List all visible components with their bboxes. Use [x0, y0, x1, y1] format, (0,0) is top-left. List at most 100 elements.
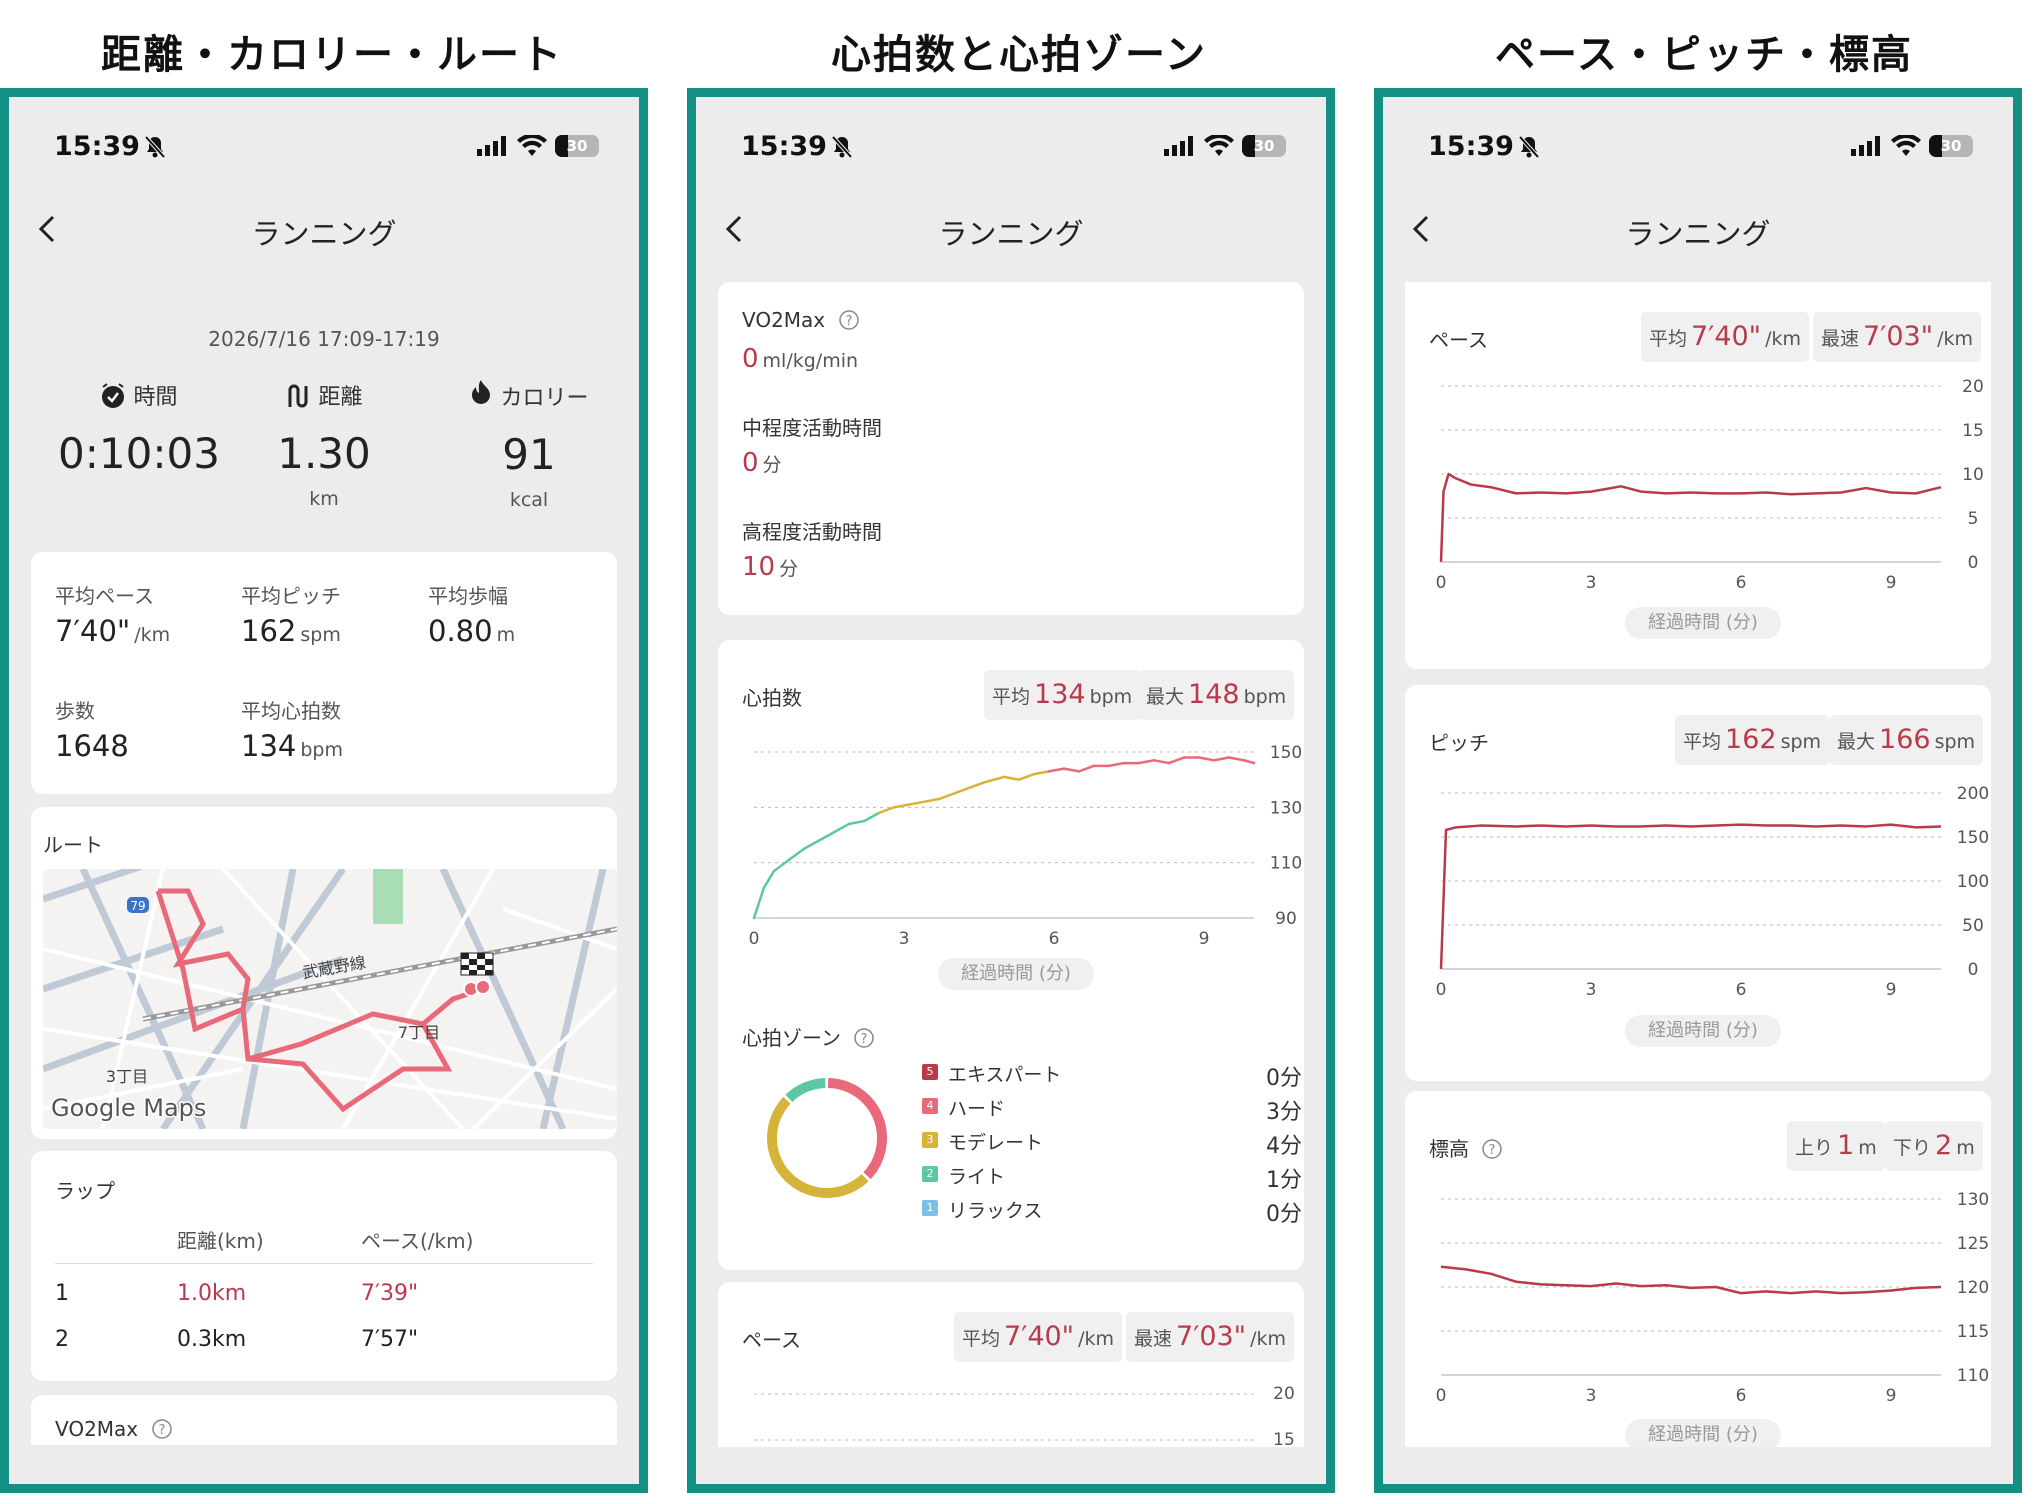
wifi-icon — [1891, 135, 1921, 156]
y-tick-label: 110 — [1270, 854, 1302, 874]
donut-slice-zone-2 — [785, 1078, 826, 1103]
pitch-title: ピッチ — [1429, 731, 1489, 755]
svg-text:?: ? — [845, 314, 852, 329]
series-segment — [1032, 770, 1051, 776]
phone-screen-3: 15:39 30 ランニング ペース 平均 7′40"/km 最速 7′03"/km… — [1374, 88, 2022, 1493]
series-segment — [1077, 764, 1096, 773]
help-icon[interactable]: ? — [853, 1027, 875, 1049]
status-time: 15:39 — [54, 131, 140, 162]
laps-card: ラップ 距離(km) ペース(/km) 1 1.0km 7′39" 2 0.3k… — [31, 1151, 617, 1381]
series-segment — [937, 792, 956, 801]
status-time: 15:39 — [1428, 131, 1514, 162]
steps-value: 1648 — [55, 729, 129, 763]
flame-icon — [472, 380, 491, 404]
series-segment — [1107, 761, 1126, 768]
series-segment — [952, 786, 971, 795]
route-card: ルート 79 武蔵野線 7丁目 3丁目 Google Maps — [31, 807, 617, 1139]
x-tick-label: 6 — [1736, 573, 1747, 593]
series-segment — [907, 800, 926, 806]
donut-slice-zone-4 — [827, 1078, 887, 1180]
pace-peek-title: ペース — [742, 1328, 801, 1352]
series-segment — [1062, 767, 1081, 773]
series-segment — [787, 847, 806, 862]
status-bar: 15:39 30 — [696, 131, 1326, 171]
lap-row-2-distance: 0.3km — [177, 1327, 247, 1352]
time-value: 0:10:03 — [58, 429, 220, 478]
phone-screen-2: 15:39 30 ランニング VO2Max ? 0 ml/kg/min 中程度活動… — [687, 88, 1335, 1493]
series-segment — [892, 803, 911, 809]
series-segment — [862, 811, 881, 823]
avg-stride-label: 平均歩幅 — [428, 584, 508, 608]
elevation-x-axis-title: 経過時間 (分) — [1625, 1419, 1781, 1447]
pace-best-pill: 最速 7′03"/km — [1813, 312, 1982, 362]
y-tick-label: 0 — [1968, 960, 1979, 980]
avg-pace-label: 平均ペース — [55, 584, 154, 608]
y-tick-label: 100 — [1957, 872, 1989, 892]
series-line — [1439, 823, 1942, 970]
series-segment — [1167, 756, 1186, 765]
series-segment — [1002, 775, 1021, 781]
series-segment — [877, 806, 896, 815]
x-tick-label: 0 — [749, 929, 760, 949]
series-segment — [817, 830, 836, 842]
phone-screen-1: 15:39 30 ランニング 2026/7/16 17:09-17:19 時間 … — [0, 88, 648, 1493]
signal-icon — [1164, 136, 1193, 156]
laps-header-pace: ペース(/km) — [361, 1229, 474, 1253]
series-segment — [1242, 759, 1256, 765]
series-segment — [1197, 756, 1216, 762]
status-bar: 15:39 30 — [1383, 131, 2013, 171]
x-tick-label: 6 — [1736, 1386, 1747, 1406]
x-tick-label: 0 — [1436, 1386, 1447, 1406]
steps-label: 歩数 — [55, 699, 95, 723]
donut-slice-zone-3 — [767, 1096, 869, 1198]
vigorous-label: 高程度活動時間 — [742, 520, 882, 544]
heart-x-axis-title: 経過時間 (分) — [938, 958, 1094, 990]
series-segment — [832, 822, 851, 834]
help-icon[interactable]: ? — [838, 309, 860, 331]
y-tick-label: 15 — [1273, 1430, 1295, 1447]
zone-swatch: 4 — [922, 1098, 938, 1114]
summary-time: 時間 0:10:03 — [39, 379, 239, 478]
avg-pitch-label: 平均ピッチ — [241, 584, 341, 608]
y-tick-label: 130 — [1957, 1190, 1989, 1210]
pace-chart: 0 5 10 15 20 0 3 6 9 — [1436, 377, 1984, 593]
route-number-label: 79 — [130, 899, 145, 913]
zone-row-5: 5 エキスパート 0分 — [922, 1060, 1302, 1091]
district-label-7: 7丁目 — [398, 1023, 440, 1042]
laps-header-distance: 距離(km) — [177, 1229, 264, 1253]
lap-row-1-distance: 1.0km — [177, 1281, 247, 1306]
bell-muted-icon — [831, 135, 853, 159]
stats-card: 平均ペース 7′40"/km 平均ピッチ 162 spm 平均歩幅 0.80 m 歩… — [31, 552, 617, 794]
help-icon[interactable]: ? — [1481, 1138, 1503, 1160]
help-icon[interactable]: ? — [151, 1418, 173, 1440]
zone-legend: 5 エキスパート 0分 4 ハード 3分 3 モデレート 4分 2 ライト 1分 1 リラックス 0… — [922, 1060, 1302, 1227]
avg-stride-value: 0.80 m — [428, 614, 516, 648]
svg-text:?: ? — [158, 1423, 165, 1438]
time-label: 時間 — [133, 385, 178, 410]
page-title: ランニング — [938, 217, 1084, 251]
x-tick-label: 0 — [1436, 573, 1447, 593]
heart-title: 心拍数 — [742, 686, 802, 710]
nav-bar: ランニング — [1383, 207, 2013, 257]
elevation-chart: 110 115 120 125 130 0 3 6 9 — [1436, 1190, 1990, 1406]
status-bar: 15:39 30 — [9, 131, 639, 171]
series-segment — [802, 839, 821, 851]
route-map[interactable]: 79 武蔵野線 7丁目 3丁目 Google Maps — [43, 869, 617, 1129]
zone-row-1: 1 リラックス 0分 — [922, 1196, 1302, 1227]
nav-bar: ランニング — [9, 207, 639, 257]
x-tick-label: 6 — [1049, 929, 1060, 949]
y-tick-label: 150 — [1270, 743, 1302, 763]
pitch-chart: 0 50 100 150 200 0 3 6 9 — [1436, 784, 1990, 1000]
wifi-icon — [517, 135, 547, 156]
signal-icon — [477, 136, 506, 156]
lap-row-2-pace: 7′57" — [361, 1327, 419, 1352]
pitch-avg-pill: 平均 162 spm — [1675, 715, 1830, 765]
moderate-label: 中程度活動時間 — [742, 416, 882, 440]
zone-swatch: 3 — [922, 1132, 938, 1148]
y-tick-label: 125 — [1957, 1234, 1989, 1254]
series-segment — [847, 819, 866, 826]
x-tick-label: 9 — [1886, 573, 1897, 593]
zone-row-2: 2 ライト 1分 — [922, 1162, 1302, 1193]
series-segment — [922, 797, 941, 804]
elevation-card: 標高 ? 上り 1 m 下り 2 m 110 115 120 125 130 0 3 6 9 経過時間 … — [1405, 1091, 1991, 1447]
